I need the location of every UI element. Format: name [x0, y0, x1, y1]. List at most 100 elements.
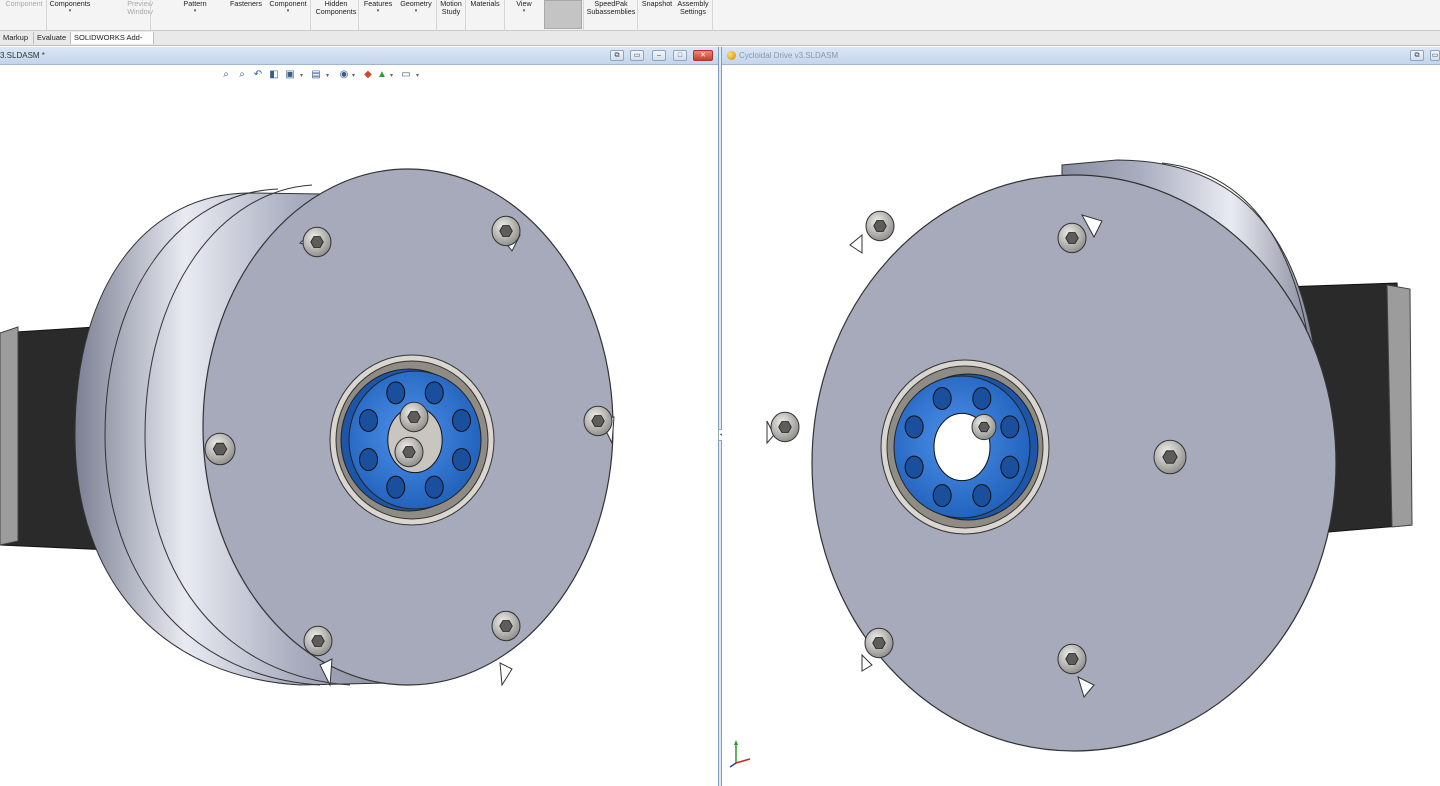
hub-pin-hole	[386, 381, 406, 405]
update-speedpak-button[interactable]: Update SpeedPak Subassemblies	[585, 0, 637, 16]
assembly-document-icon	[727, 51, 736, 60]
hex-socket	[1162, 450, 1178, 464]
assembly-features-label: Assembly Features	[363, 0, 393, 8]
ribbon-separator	[583, 0, 584, 30]
dropdown-arrow-icon[interactable]: ▾	[396, 8, 436, 15]
hub-pin-hole	[359, 408, 379, 432]
take-snapshot-label: Take Snapshot	[641, 0, 673, 8]
hex-socket	[310, 236, 324, 248]
hex-socket	[499, 620, 513, 632]
ribbon-separator	[504, 0, 505, 30]
bolt-notch	[861, 653, 873, 672]
ribbon-separator	[436, 0, 437, 30]
hex-socket	[1065, 232, 1079, 244]
bolt-notch	[849, 233, 863, 254]
hex-socket	[873, 220, 887, 232]
hub-pin-hole	[359, 448, 379, 472]
hex-socket	[311, 635, 325, 647]
maximize-button[interactable]: □	[673, 50, 687, 61]
hub-pin-hole	[451, 408, 471, 432]
reference-geometry-label: Reference Geometry	[400, 0, 432, 8]
tab-solidworks-add-ins[interactable]: SOLIDWORKS Add-Ins	[71, 32, 154, 54]
close-button[interactable]: ✕	[693, 50, 713, 61]
document-title: 3.SLDASM *	[0, 51, 45, 60]
hex-socket	[591, 415, 605, 427]
tab-markup[interactable]: Markup	[0, 32, 34, 44]
bolt-notch	[499, 662, 513, 687]
hub-pin-hole	[904, 455, 924, 479]
reference-triad-icon	[729, 740, 751, 768]
hub-pin-hole	[1000, 415, 1020, 439]
document-title-bar: Cycloidal Drive v3.SLDASM ⧉ ▭	[722, 47, 1440, 65]
dropdown-arrow-icon[interactable]: ▾	[505, 8, 543, 15]
hex-socket	[872, 637, 886, 649]
linear-pattern-button[interactable]: Linear Component Pattern▾	[162, 0, 228, 15]
tile-viewport-button[interactable]: ▭	[1430, 50, 1440, 61]
assembly-model-front-view[interactable]	[0, 65, 718, 785]
dropdown-arrow-icon[interactable]: ▾	[265, 8, 311, 15]
assembly-features-button[interactable]: Assembly Features▾	[361, 0, 395, 15]
assembly-model-rear-view[interactable]	[722, 65, 1440, 785]
hex-socket	[978, 421, 990, 433]
new-motion-study-button[interactable]: New Motion Study	[436, 0, 466, 16]
ribbon-separator	[46, 0, 47, 30]
hub-pin-hole	[424, 475, 444, 499]
edit-component-button[interactable]: Edit Component	[2, 0, 46, 8]
reference-geometry-button[interactable]: Reference Geometry▾	[396, 0, 436, 15]
show-hidden-button[interactable]: Show Hidden Components	[313, 0, 359, 16]
motor-end-cap	[0, 326, 19, 546]
dropdown-arrow-icon[interactable]: ▾	[162, 8, 228, 15]
component-preview-label: Component Preview Window	[127, 0, 153, 16]
smart-fasteners-button[interactable]: Smart Fasteners	[228, 0, 264, 8]
update-speedpak-label: Update SpeedPak Subassemblies	[586, 0, 636, 16]
show-hidden-label: Show Hidden Components	[315, 0, 357, 16]
tab-evaluate[interactable]: Evaluate	[34, 32, 71, 44]
insert-components-button[interactable]: Insert Components▾	[48, 0, 92, 15]
tile-viewport-button[interactable]: ▭	[630, 50, 644, 61]
ribbon-separator	[465, 0, 466, 30]
dropdown-arrow-icon[interactable]: ▾	[361, 8, 395, 15]
hex-socket	[212, 442, 228, 456]
take-snapshot-button[interactable]: Take Snapshot	[638, 0, 676, 8]
large-assembly-button[interactable]: Large Assembly Settings	[676, 0, 710, 16]
insert-components-label: Insert Components	[49, 0, 91, 8]
hex-socket	[1065, 653, 1079, 665]
move-component-label: Move Component	[269, 0, 307, 8]
new-motion-study-label: New Motion Study	[440, 0, 462, 16]
large-assembly-label: Large Assembly Settings	[677, 0, 709, 16]
instant3d-active-highlight	[544, 0, 582, 29]
command-manager-tabs: Markup Evaluate SOLIDWORKS Add-Ins	[0, 31, 1440, 54]
ribbon-separator	[712, 0, 713, 30]
edit-component-label: Edit Component	[5, 0, 43, 8]
smart-fasteners-label: Smart Fasteners	[230, 0, 262, 8]
restore-viewport-button[interactable]: ⧉	[610, 50, 624, 61]
exploded-view-label: Exploded View	[516, 0, 532, 8]
hub-pin-hole	[932, 484, 952, 508]
restore-viewport-button[interactable]: ⧉	[1410, 50, 1424, 61]
ribbon-separator	[310, 0, 311, 30]
document-title: Cycloidal Drive v3.SLDASM	[739, 51, 839, 60]
command-manager-ribbon: Edit ComponentInsert Components▾MateComp…	[0, 0, 1440, 31]
hex-socket	[402, 446, 416, 458]
hex-socket	[778, 421, 792, 433]
ribbon-separator	[150, 0, 151, 30]
graphics-viewport-right[interactable]: Cycloidal Drive v3.SLDASM ⧉ ▭	[722, 47, 1440, 786]
linear-pattern-label: Linear Component Pattern	[183, 0, 207, 8]
hub-pin-hole	[424, 381, 444, 405]
ribbon-separator	[358, 0, 359, 30]
graphics-viewport-left[interactable]: 3.SLDASM * ⧉ ▭ – □ ✕ ⌕ ⌕ ↶ ◧ ▣ ▤ ◉ ◆ ▲ ▭ ▾ ▾ ▾ ▾ ▾	[0, 47, 718, 786]
bill-of-materials-button[interactable]: Bill of Materials	[467, 0, 503, 8]
motor-end-cap	[1386, 284, 1413, 528]
hub-pin-hole	[386, 475, 406, 499]
hub-pin-hole	[904, 415, 924, 439]
hex-socket	[499, 225, 513, 237]
dropdown-arrow-icon[interactable]: ▾	[48, 8, 92, 15]
move-component-button[interactable]: Move Component▾	[265, 0, 311, 15]
minimize-button[interactable]: –	[652, 50, 666, 61]
hex-socket	[407, 411, 421, 423]
hub-pin-hole	[1000, 455, 1020, 479]
hub-pin-hole	[972, 484, 992, 508]
exploded-view-button[interactable]: Exploded View▾	[505, 0, 543, 15]
component-preview-button[interactable]: Component Preview Window	[118, 0, 162, 16]
ribbon-separator	[637, 0, 638, 30]
